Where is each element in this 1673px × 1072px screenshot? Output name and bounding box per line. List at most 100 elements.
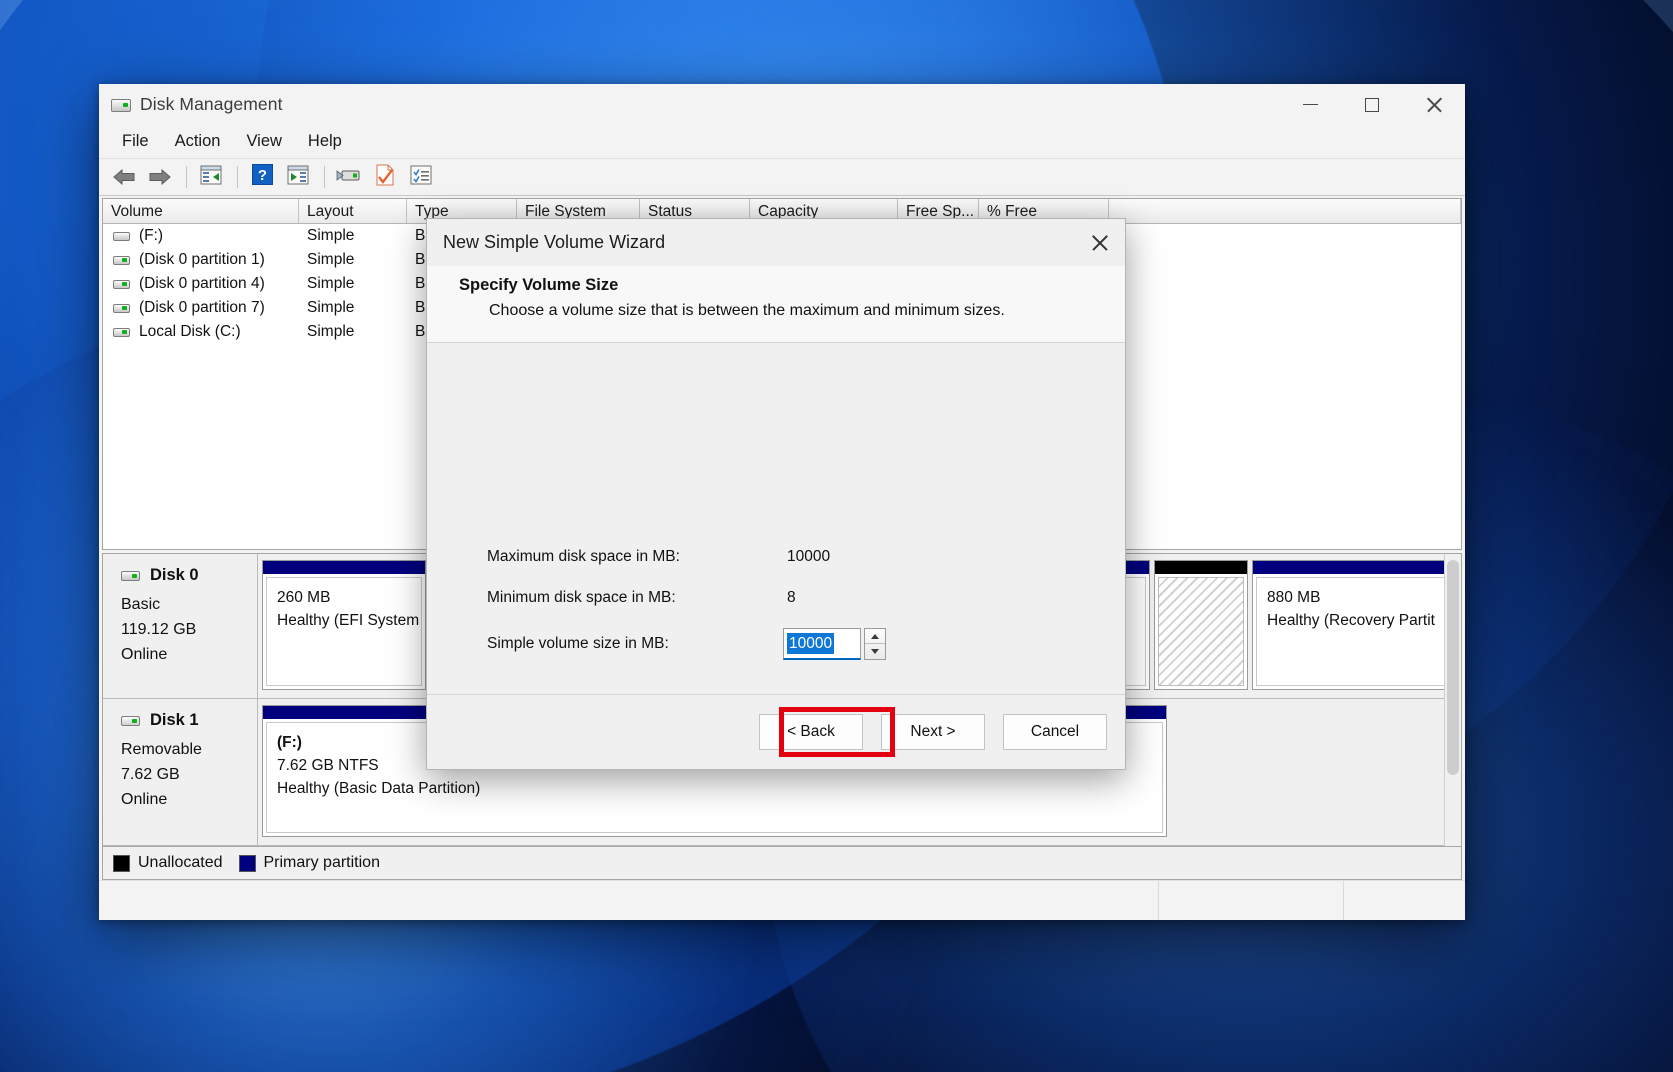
close-icon [1426, 97, 1442, 113]
column-header-layout[interactable]: Layout [299, 199, 407, 223]
dialog-titlebar[interactable]: New Simple Volume Wizard [427, 219, 1125, 266]
toolbar-separator-1 [186, 166, 187, 188]
disk-name: Disk 0 [150, 566, 199, 585]
dialog-header: Specify Volume Size Choose a volume size… [427, 266, 1125, 343]
help-button[interactable]: ? [245, 162, 279, 192]
scrollbar-thumb[interactable] [1447, 560, 1459, 775]
cell-layout: Simple [299, 299, 407, 317]
dialog-title: New Simple Volume Wizard [443, 232, 665, 253]
spinner-down-button[interactable] [865, 644, 885, 659]
dialog-body: Maximum disk space in MB: 10000 Minimum … [427, 343, 1125, 694]
disk-size: 7.62 GB [121, 762, 257, 787]
disk-title-0: Disk 0 [121, 566, 257, 585]
volume-size-value: 10000 [787, 633, 834, 654]
cell-layout: Simple [299, 323, 407, 341]
disk-pane-scrollbar[interactable] [1444, 554, 1461, 846]
disk-status: Online [121, 642, 257, 667]
field-row-minimum: Minimum disk space in MB: 8 [487, 589, 1047, 607]
close-button[interactable] [1403, 84, 1465, 125]
volume-icon-online [113, 304, 130, 313]
statusbar-cell-1 [99, 881, 1159, 920]
menu-file[interactable]: File [109, 128, 162, 155]
menu-help[interactable]: Help [295, 128, 355, 155]
window-titlebar[interactable]: Disk Management [99, 84, 1465, 125]
toolbar: ? [99, 159, 1465, 196]
show-hide-action-pane-button[interactable] [281, 162, 315, 192]
toolbar-separator-3 [324, 166, 325, 188]
cell-volume: (Disk 0 partition 7) [139, 299, 299, 317]
dialog-footer: < Back Next > Cancel [427, 694, 1125, 769]
label-maximum-disk-space: Maximum disk space in MB: [487, 548, 787, 566]
dialog-close-button[interactable] [1075, 219, 1125, 266]
dialog-subheading: Choose a volume size that is between the… [489, 302, 1125, 320]
volume-size-input[interactable]: 10000 [783, 628, 861, 660]
partition-body: 260 MB Healthy (EFI System [266, 577, 422, 686]
disk-size: 119.12 GB [121, 617, 257, 642]
menubar: File Action View Help [99, 125, 1465, 159]
rescan-disks-icon [336, 165, 362, 190]
partition-unallocated[interactable] [1154, 560, 1248, 690]
legend-swatch-unallocated [113, 855, 130, 872]
rescan-disks-button[interactable] [332, 162, 366, 192]
cancel-button[interactable]: Cancel [1003, 714, 1107, 750]
minimize-button[interactable] [1279, 84, 1341, 125]
cell-volume: (F:) [139, 227, 299, 245]
field-row-maximum: Maximum disk space in MB: 10000 [487, 548, 1047, 566]
help-icon: ? [252, 164, 273, 190]
partition-status: Healthy (EFI System [277, 609, 411, 632]
legend-label-unallocated: Unallocated [138, 854, 223, 872]
cell-volume: Local Disk (C:) [139, 323, 299, 341]
volume-icon-plain [113, 232, 130, 241]
partition-recovery[interactable]: 880 MB Healthy (Recovery Partit [1252, 560, 1450, 690]
disk-title-1: Disk 1 [121, 711, 257, 730]
cell-layout: Simple [299, 251, 407, 269]
volume-size-spin-buttons [864, 628, 886, 660]
label-minimum-disk-space: Minimum disk space in MB: [487, 589, 787, 607]
svg-text:?: ? [257, 167, 266, 184]
back-button[interactable] [107, 162, 141, 192]
partition-efi[interactable]: 260 MB Healthy (EFI System [262, 560, 426, 690]
disk-icon [121, 571, 140, 581]
cell-volume: (Disk 0 partition 4) [139, 275, 299, 293]
window-controls [1279, 84, 1465, 125]
partition-size: 260 MB [277, 586, 411, 609]
volume-icon-online [113, 280, 130, 289]
spinner-up-button[interactable] [865, 629, 885, 644]
menu-action[interactable]: Action [162, 128, 234, 155]
volume-icon-online [113, 328, 130, 337]
column-header-volume[interactable]: Volume [103, 199, 299, 223]
close-icon [1092, 235, 1108, 251]
spinner-up-icon [871, 634, 879, 639]
partition-bar [1253, 561, 1449, 574]
disk-name: Disk 1 [150, 711, 199, 730]
forward-button[interactable] [143, 162, 177, 192]
disk-kind: Basic [121, 592, 257, 617]
partition-size: 880 MB [1267, 586, 1435, 609]
volume-icon-online [113, 256, 130, 265]
column-header-filler [1109, 199, 1461, 223]
legend-item-primary: Primary partition [239, 854, 380, 872]
back-button[interactable]: < Back [759, 714, 863, 750]
show-hide-console-tree-button[interactable] [194, 162, 228, 192]
volume-size-stepper[interactable]: 10000 [783, 628, 886, 660]
window-title: Disk Management [140, 94, 283, 115]
disk-label-1[interactable]: Disk 1 Removable 7.62 GB Online [103, 699, 258, 845]
all-tasks-button[interactable] [404, 162, 438, 192]
partition-body: 880 MB Healthy (Recovery Partit [1256, 577, 1446, 686]
menu-view[interactable]: View [233, 128, 294, 155]
partition-bar [1155, 561, 1247, 574]
legend-swatch-primary [239, 855, 256, 872]
disk-drive-icon [111, 96, 131, 114]
properties-button[interactable] [368, 162, 402, 192]
cell-layout: Simple [299, 227, 407, 245]
disk-label-0[interactable]: Disk 0 Basic 119.12 GB Online [103, 554, 258, 698]
properties-icon [375, 164, 395, 191]
partition-bar [263, 561, 425, 574]
maximize-button[interactable] [1341, 84, 1403, 125]
partition-status: Healthy (Basic Data Partition) [277, 777, 1152, 800]
maximize-icon [1365, 98, 1379, 112]
forward-arrow-icon [148, 168, 172, 186]
next-button[interactable]: Next > [881, 714, 985, 750]
legend-label-primary: Primary partition [264, 854, 380, 872]
partition-legend: Unallocated Primary partition [102, 847, 1462, 880]
